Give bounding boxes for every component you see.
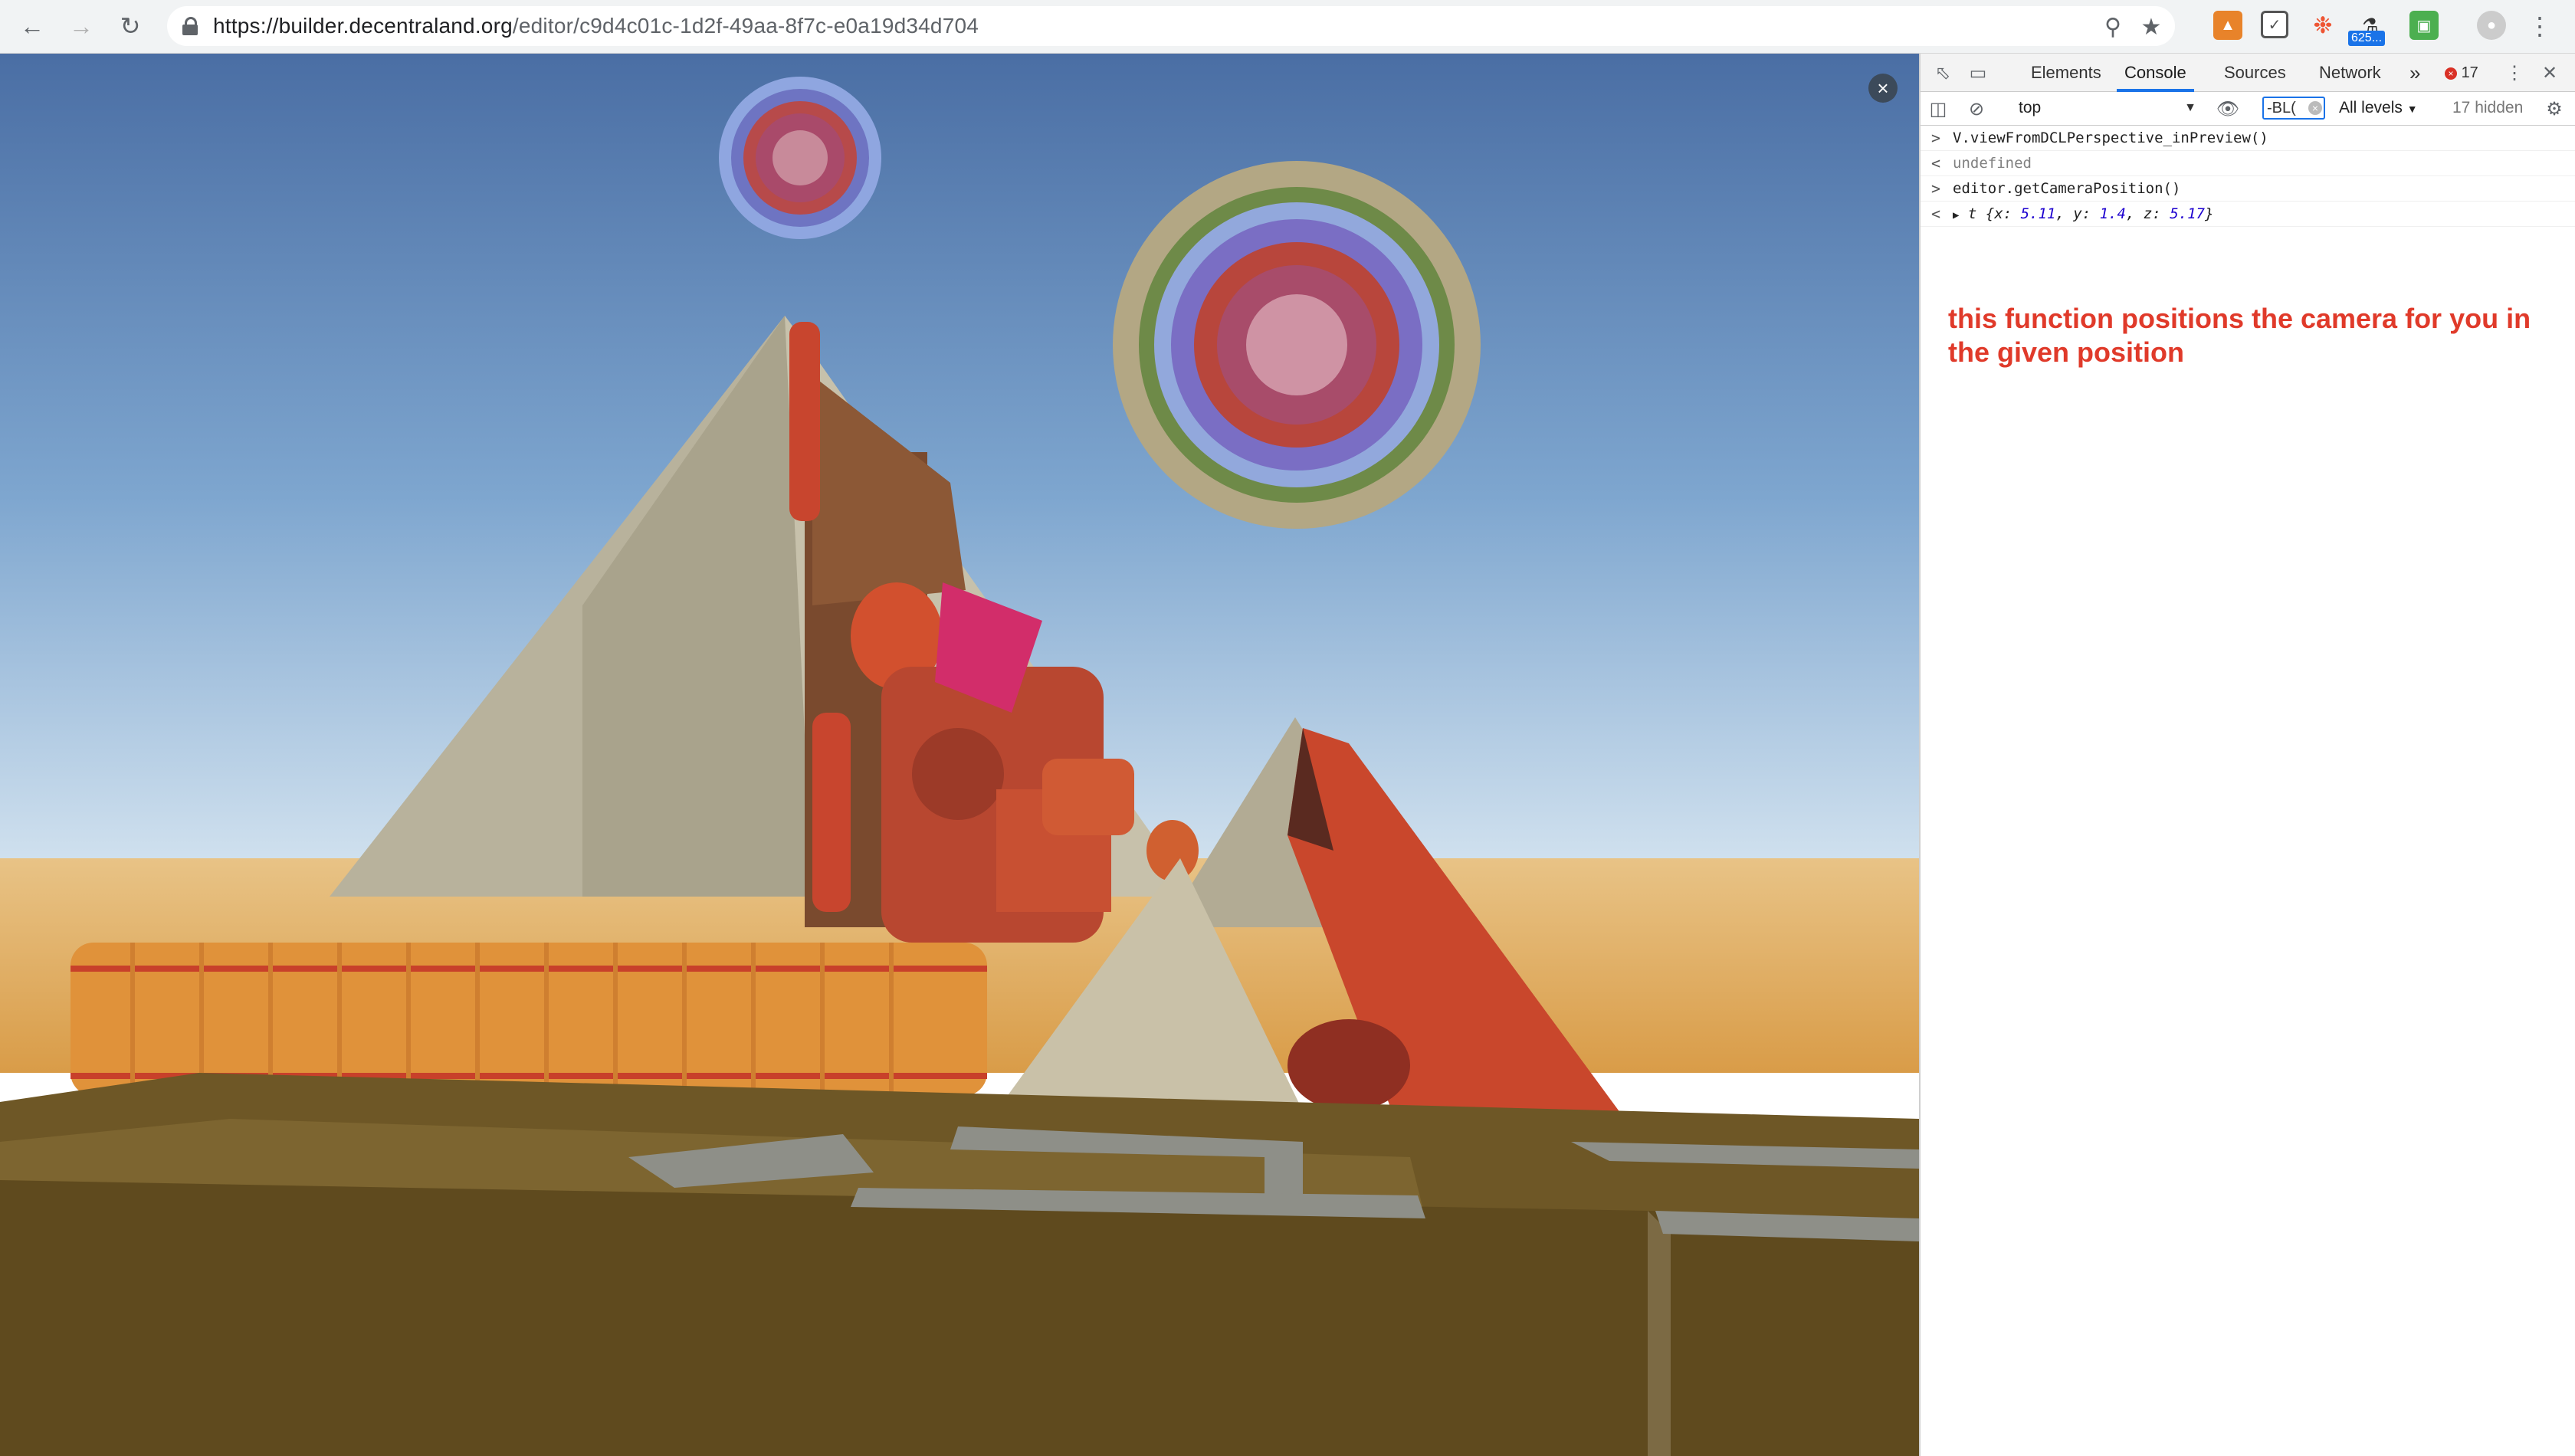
browser-menu-icon[interactable]: ⋮ — [2524, 11, 2555, 41]
filter-value: -BL( — [2267, 100, 2296, 116]
console-text: editor.getCameraPosition() — [1953, 180, 2181, 197]
inspect-element-icon[interactable]: ⬁ — [1931, 61, 1954, 84]
browser-toolbar: ← → ↻ https://builder.decentraland.org/e… — [0, 0, 2575, 54]
devtools-panel: ⬁ ▭ Elements Console Sources Network » ×… — [1919, 54, 2575, 1456]
object-key: z: — [2143, 205, 2161, 222]
close-devtools-icon[interactable]: ✕ — [2538, 61, 2561, 84]
console-line: < undefined — [1921, 151, 2575, 176]
close-preview-icon[interactable]: × — [1868, 74, 1898, 103]
colorful-extension-icon[interactable]: ❉ — [2308, 11, 2337, 40]
console-text: undefined — [1953, 155, 2032, 172]
profile-avatar-icon[interactable]: ● — [2477, 11, 2506, 40]
console-object-result[interactable]: < ▶ t {x: 5.11, y: 1.4, z: 5.17} — [1921, 202, 2575, 227]
console-text: V.viewFromDCLPerspective_inPreview() — [1953, 130, 2268, 146]
extension-badge: 625... — [2348, 31, 2386, 46]
clear-filter-icon[interactable]: × — [2308, 101, 2322, 115]
error-count: 17 — [2461, 64, 2478, 81]
console-toolbar: ◫ ⊘ top ▼ 👁 -BL( × All levels ▼ 17 hidde… — [1921, 92, 2575, 126]
console-settings-gear-icon[interactable]: ⚙ — [2543, 97, 2566, 120]
object-value: 5.17 — [2170, 205, 2205, 222]
tab-network[interactable]: Network — [2319, 54, 2381, 92]
device-toolbar-icon[interactable]: ▭ — [1967, 61, 1989, 84]
console-line: > V.viewFromDCLPerspective_inPreview() — [1921, 126, 2575, 151]
sidebar-toggle-icon[interactable]: ◫ — [1927, 97, 1950, 120]
reload-icon[interactable]: ↻ — [115, 11, 146, 41]
log-levels-dropdown[interactable]: All levels ▼ — [2339, 97, 2418, 120]
pocket-extension-icon[interactable]: ✓ — [2261, 11, 2288, 38]
object-key: y: — [2073, 205, 2091, 222]
live-expression-eye-icon[interactable]: 👁 — [2216, 97, 2239, 120]
scene-render — [0, 54, 1919, 1456]
object-close-brace: } — [2204, 205, 2214, 222]
forward-icon[interactable]: → — [66, 11, 97, 41]
error-count-badge[interactable]: × 17 — [2445, 54, 2478, 92]
object-prefix: t — [1967, 205, 1977, 222]
tab-elements[interactable]: Elements — [2031, 54, 2101, 92]
console-output: > V.viewFromDCLPerspective_inPreview() <… — [1921, 126, 2575, 227]
context-select[interactable]: top ▼ — [2014, 97, 2203, 120]
metamask-extension-icon[interactable]: ▲ — [2213, 11, 2242, 40]
levels-arrow-icon: ▼ — [2406, 103, 2418, 115]
object-value: 5.11 — [2020, 205, 2056, 222]
large-sun-disc — [1113, 161, 1481, 529]
lab-flask-extension-icon[interactable]: ⚗ 625... — [2348, 11, 2386, 46]
devtools-tab-bar: ⬁ ▭ Elements Console Sources Network » ×… — [1921, 54, 2575, 92]
barrel-row — [71, 943, 987, 1096]
small-sun-disc — [719, 77, 881, 239]
lock-icon — [182, 17, 198, 35]
hidden-count: 17 hidden — [2452, 99, 2524, 116]
object-separator: , — [2125, 205, 2135, 222]
url-text[interactable]: https://builder.decentraland.org/editor/… — [213, 14, 979, 38]
object-open-brace: { — [1985, 205, 1995, 222]
dropdown-arrow-icon: ▼ — [2184, 101, 2196, 114]
more-tabs-icon[interactable]: » — [2409, 54, 2420, 92]
object-separator: , — [2055, 205, 2065, 222]
devtools-menu-icon[interactable]: ⋮ — [2503, 61, 2526, 84]
object-value: 1.4 — [2099, 205, 2126, 222]
bookmark-star-icon[interactable]: ★ — [2138, 14, 2164, 40]
address-bar[interactable]: https://builder.decentraland.org/editor/… — [167, 6, 2175, 46]
zoom-icon[interactable]: ⚲ — [2100, 14, 2126, 40]
levels-label: All levels — [2339, 99, 2403, 116]
input-prompt-icon: > — [1931, 129, 1941, 147]
filter-input[interactable]: -BL( × — [2262, 97, 2325, 120]
green-extension-icon[interactable]: ▣ — [2409, 11, 2439, 40]
tab-console[interactable]: Console — [2117, 54, 2194, 92]
context-value: top — [2019, 99, 2042, 116]
tab-sources[interactable]: Sources — [2224, 54, 2286, 92]
object-key: x: — [1994, 205, 2012, 222]
input-prompt-icon: > — [1931, 179, 1941, 198]
result-prompt-icon: < — [1931, 205, 1941, 223]
console-line: > editor.getCameraPosition() — [1921, 176, 2575, 202]
error-icon: × — [2445, 67, 2457, 80]
back-icon[interactable]: ← — [17, 11, 48, 41]
annotation-text: this function positions the camera for y… — [1948, 303, 2531, 368]
result-prompt-icon: < — [1931, 154, 1941, 172]
scene-preview[interactable]: × — [0, 54, 1919, 1456]
expand-triangle-icon[interactable]: ▶ — [1953, 209, 1959, 221]
clear-console-icon[interactable]: ⊘ — [1965, 97, 1988, 120]
